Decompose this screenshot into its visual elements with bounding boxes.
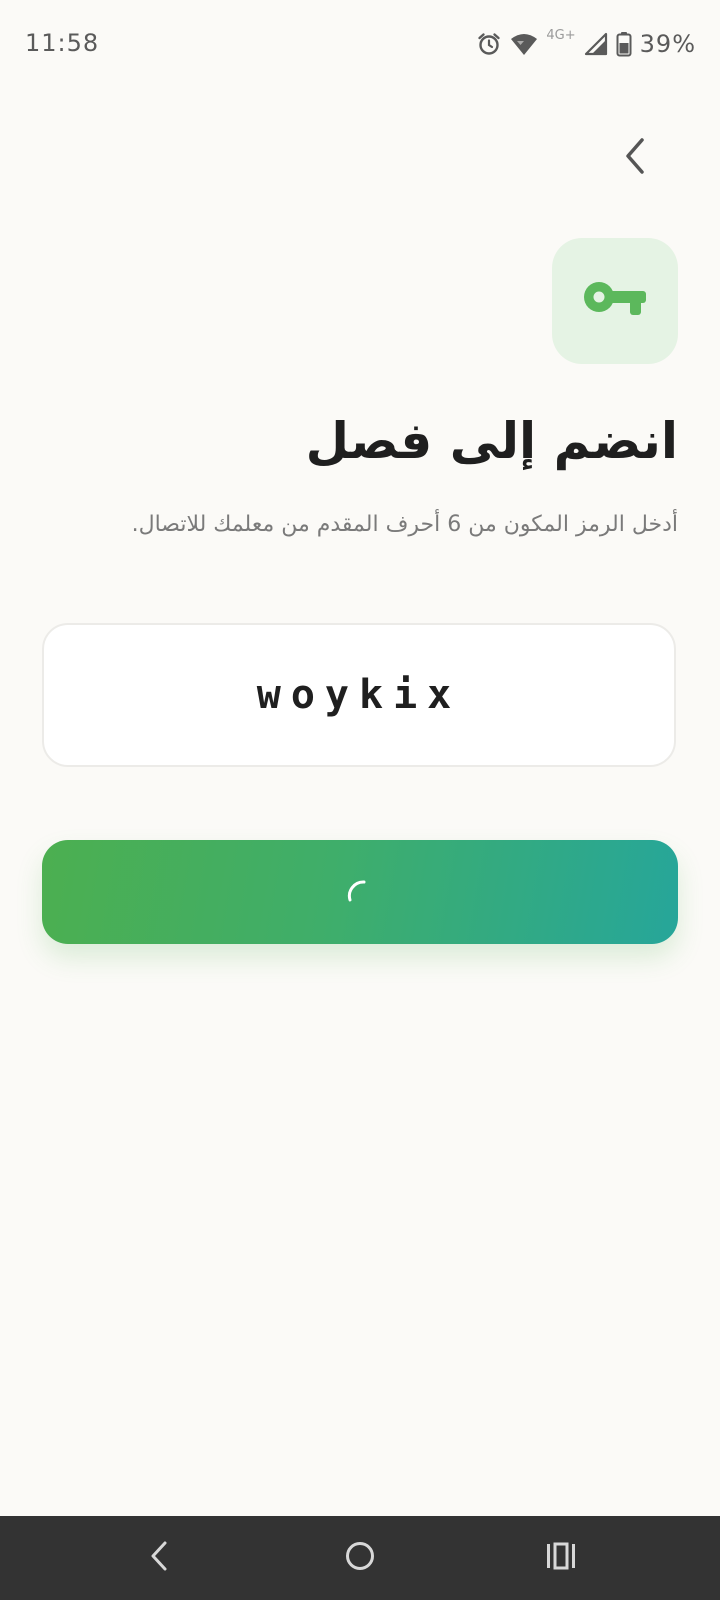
- battery-percent: 39%: [639, 30, 696, 58]
- nav-home-button[interactable]: [338, 1536, 382, 1580]
- back-button[interactable]: [614, 136, 658, 180]
- network-label: 4G+: [546, 27, 576, 43]
- system-nav-bar: [0, 1516, 720, 1600]
- join-class-button[interactable]: [42, 840, 678, 944]
- wifi-icon: [510, 31, 538, 57]
- loading-spinner-icon: [340, 870, 380, 914]
- page-title: انضم إلى فصل: [305, 412, 678, 470]
- nav-back-icon: [147, 1540, 171, 1576]
- class-code-input[interactable]: [44, 671, 674, 719]
- nav-recents-icon: [545, 1541, 577, 1575]
- status-time: 11:58: [25, 29, 100, 57]
- class-code-field[interactable]: [42, 623, 676, 767]
- page-subtitle: أدخل الرمز المكون من 6 أحرف المقدم من مع…: [131, 512, 678, 537]
- nav-recents-button[interactable]: [539, 1536, 583, 1580]
- chevron-back-icon: [622, 136, 650, 180]
- key-icon: [582, 279, 648, 323]
- status-icons: 4G+ 39%: [476, 28, 696, 60]
- signal-icon: [584, 32, 608, 56]
- alarm-icon: [476, 31, 502, 57]
- nav-back-button[interactable]: [137, 1536, 181, 1580]
- nav-home-icon: [344, 1540, 376, 1576]
- status-bar: 11:58 4G+ 39%: [0, 0, 720, 88]
- key-tile: [552, 238, 678, 364]
- battery-icon: [616, 31, 632, 57]
